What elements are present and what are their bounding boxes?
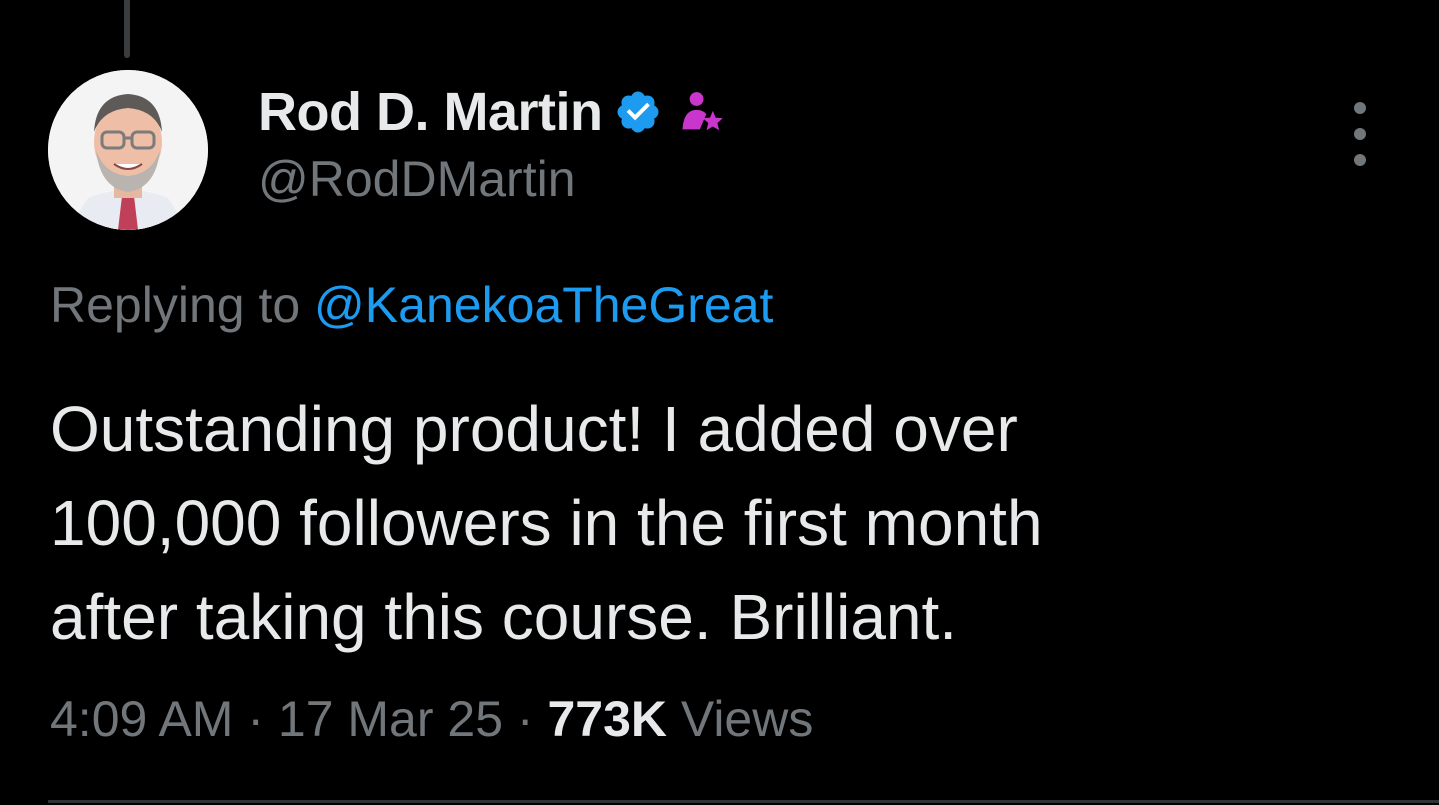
tweet-time[interactable]: 4:09 AM: [50, 691, 233, 747]
meta-separator: ·: [233, 691, 278, 747]
more-dot-icon: [1354, 128, 1366, 140]
more-dot-icon: [1354, 102, 1366, 114]
author-name-row: Rod D. Martin: [258, 80, 728, 144]
tweet-text-line: after taking this course. Brilliant.: [50, 581, 958, 653]
avatar-image: [48, 70, 208, 230]
more-dot-icon: [1354, 154, 1366, 166]
tweet-text-line: 100,000 followers in the first month: [50, 487, 1043, 559]
replying-to-line: Replying to @KanekoaTheGreat: [50, 276, 773, 334]
person-star-icon[interactable]: [676, 86, 728, 138]
divider: [48, 800, 1439, 803]
avatar[interactable]: [48, 70, 208, 230]
views-label: Views: [666, 691, 814, 747]
tweet-date[interactable]: 17 Mar 25: [278, 691, 503, 747]
author-handle[interactable]: @RodDMartin: [258, 150, 576, 208]
author-display-name[interactable]: Rod D. Martin: [258, 81, 603, 143]
verified-badge-icon[interactable]: [614, 88, 662, 136]
thread-connector-line: [124, 0, 130, 58]
replying-to-label: Replying to: [50, 277, 315, 333]
tweet-text: Outstanding product! I added over 100,00…: [50, 382, 1390, 664]
replying-to-handle-link[interactable]: @KanekoaTheGreat: [314, 277, 773, 333]
views-count[interactable]: 773K: [547, 691, 667, 747]
meta-separator: ·: [503, 691, 548, 747]
tweet-text-line: Outstanding product! I added over: [50, 393, 1018, 465]
more-options-button[interactable]: [1340, 102, 1380, 166]
tweet-meta: 4:09 AM · 17 Mar 25 · 773K Views: [50, 690, 813, 748]
tweet: Rod D. Martin @RodDMartin Replying to @K…: [0, 0, 1439, 805]
